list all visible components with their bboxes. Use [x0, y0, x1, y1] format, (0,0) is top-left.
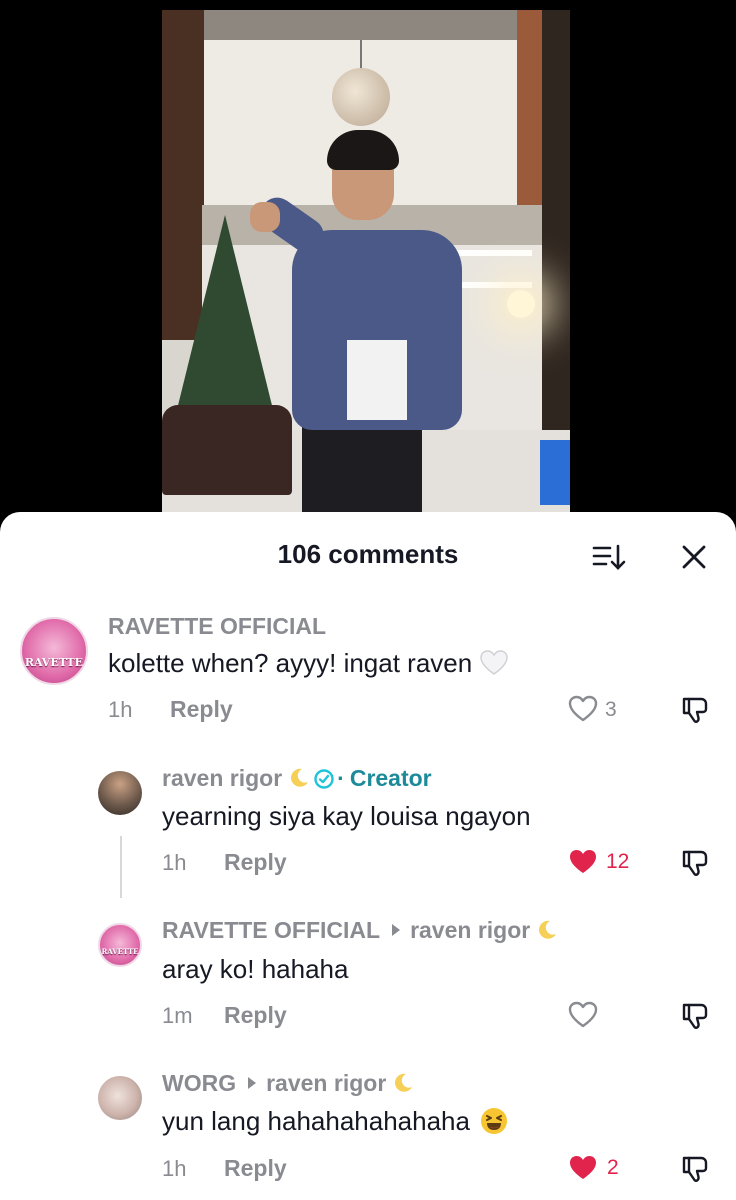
crescent-moon-icon — [291, 768, 309, 787]
like-count: 12 — [606, 850, 630, 873]
video-blue-box — [540, 440, 570, 505]
video-sofa — [162, 405, 292, 495]
avatar-badge-text: RAVETTE — [101, 947, 139, 957]
video-pendant-cord — [360, 40, 362, 70]
like-count: 2 — [607, 1156, 619, 1179]
thumbs-down-icon[interactable] — [680, 1154, 710, 1184]
heart-filled-icon[interactable] — [568, 848, 598, 876]
comment-body: yearning siya kay louisa ngayon — [162, 801, 531, 831]
dot-separator: · — [337, 765, 345, 791]
comment-timestamp: 1h — [162, 850, 187, 875]
reply-to-name: raven rigor — [410, 917, 531, 943]
comment-author[interactable]: raven rigor · Creator — [162, 765, 432, 792]
crescent-moon-icon — [539, 920, 557, 939]
close-icon[interactable] — [680, 543, 708, 571]
reply-arrow-icon — [248, 1077, 257, 1089]
author-name: WORG — [162, 1070, 237, 1096]
comment-text: kolette when? ayyy! ingat raven — [108, 648, 508, 679]
comment-text: yun lang hahahahahahaha — [162, 1106, 508, 1137]
author-name: RAVETTE OFFICIAL — [162, 917, 381, 943]
reply-button[interactable]: Reply — [224, 849, 287, 876]
avatar[interactable] — [98, 771, 142, 815]
avatar[interactable]: RAVETTE — [98, 923, 142, 967]
video-player[interactable] — [162, 10, 570, 530]
reply-arrow-icon — [392, 924, 401, 936]
avatar-badge-text: RAVETTE — [24, 655, 84, 669]
like-count: 3 — [605, 698, 617, 721]
author-name: RAVETTE OFFICIAL — [108, 613, 327, 639]
thread-line — [120, 836, 122, 898]
video-lamp — [507, 290, 535, 318]
sort-icon[interactable] — [592, 542, 626, 572]
comments-sheet: 106 comments RAVETTE RAVETTE OFFICIAL ko… — [0, 512, 736, 1200]
reply-button[interactable]: Reply — [170, 696, 233, 723]
laughing-face-emoji — [480, 1108, 507, 1134]
comment-author[interactable]: RAVETTE OFFICIAL — [108, 613, 326, 640]
verified-icon — [314, 769, 334, 789]
thumbs-down-icon[interactable] — [680, 1001, 710, 1031]
white-heart-emoji — [480, 650, 508, 675]
reply-to-name: raven rigor — [266, 1070, 387, 1096]
reply-button[interactable]: Reply — [224, 1002, 287, 1029]
crescent-moon-icon — [395, 1073, 413, 1092]
author-name: raven rigor — [162, 765, 283, 791]
video-person-hand — [250, 202, 280, 232]
creator-label: Creator — [349, 765, 432, 791]
video-pendant-light — [332, 68, 390, 126]
comment-body: yun lang hahahahahahaha — [162, 1106, 470, 1136]
comment-body: aray ko! hahaha — [162, 954, 349, 984]
thumbs-down-icon[interactable] — [680, 695, 710, 725]
comment-timestamp: 1h — [162, 1156, 187, 1181]
reply-button[interactable]: Reply — [224, 1155, 287, 1182]
comment-body: kolette when? ayyy! ingat raven — [108, 648, 473, 678]
avatar[interactable]: RAVETTE — [20, 617, 88, 685]
heart-filled-icon[interactable] — [568, 1154, 598, 1182]
comment-author[interactable]: RAVETTE OFFICIAL raven rigor — [162, 917, 558, 944]
thumbs-down-icon[interactable] — [680, 848, 710, 878]
heart-outline-icon[interactable] — [568, 695, 598, 723]
heart-outline-icon[interactable] — [568, 1001, 598, 1029]
video-person-shirt — [347, 340, 407, 420]
avatar[interactable] — [98, 1076, 142, 1120]
comment-timestamp: 1m — [162, 1003, 193, 1028]
comment-timestamp: 1h — [108, 697, 133, 722]
comment-author[interactable]: WORG raven rigor — [162, 1070, 414, 1097]
